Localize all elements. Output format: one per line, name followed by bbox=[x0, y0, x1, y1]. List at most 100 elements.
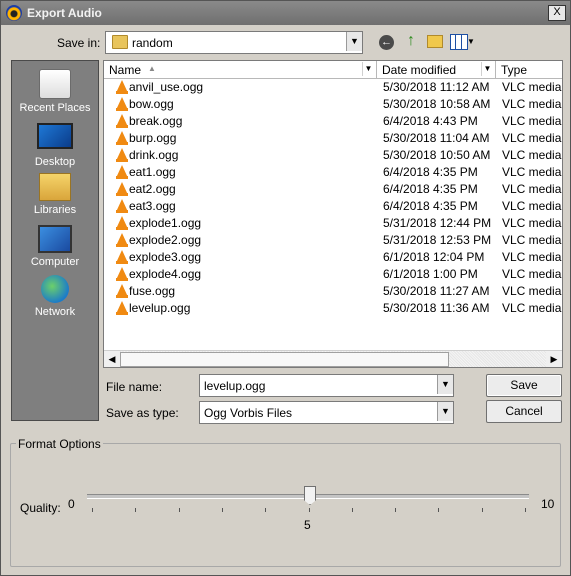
save-in-label: Save in: bbox=[57, 36, 101, 50]
vlc-file-icon bbox=[116, 250, 128, 264]
file-name: anvil_use.ogg bbox=[129, 80, 204, 94]
scroll-right-icon[interactable]: ▶ bbox=[546, 351, 562, 367]
vlc-file-icon bbox=[116, 97, 128, 111]
file-row[interactable]: explode4.ogg 6/1/2018 1:00 PM VLC media fi… bbox=[104, 265, 562, 282]
file-name: fuse.ogg bbox=[129, 284, 176, 298]
file-row[interactable]: explode1.ogg 5/31/2018 12:44 PM VLC media … bbox=[104, 214, 562, 231]
file-name: explode1.ogg bbox=[129, 216, 202, 230]
file-row[interactable]: eat1.ogg 6/4/2018 4:35 PM VLC media file bbox=[104, 163, 562, 180]
horizontal-scrollbar[interactable]: ◀ ▶ bbox=[104, 350, 562, 367]
view-menu-icon[interactable] bbox=[450, 34, 468, 50]
save-as-type-label: Save as type: bbox=[106, 406, 179, 420]
quality-min-label: 0 bbox=[68, 497, 75, 511]
file-type: VLC media file bbox=[502, 80, 562, 94]
file-list[interactable]: Name ▲ ▼ Date modified ▼ Type anvil_use.… bbox=[103, 60, 563, 368]
back-arrow-icon[interactable]: ← bbox=[379, 35, 394, 50]
up-folder-icon[interactable]: ↑ bbox=[403, 32, 419, 50]
slider-tick bbox=[222, 508, 223, 512]
place-label: Desktop bbox=[34, 156, 76, 168]
scroll-left-icon[interactable]: ◀ bbox=[104, 351, 120, 367]
file-type: VLC media file bbox=[502, 301, 562, 315]
file-type: VLC media file bbox=[502, 97, 562, 111]
file-date: 6/1/2018 1:00 PM bbox=[383, 267, 478, 281]
file-row[interactable]: explode2.ogg 5/31/2018 12:53 PM VLC media … bbox=[104, 231, 562, 248]
place-label: Recent Places bbox=[19, 102, 91, 114]
vlc-file-icon bbox=[116, 114, 128, 128]
sort-ascending-icon: ▲ bbox=[148, 64, 156, 73]
file-type: VLC media file bbox=[502, 267, 562, 281]
vlc-file-icon bbox=[116, 80, 128, 94]
vlc-file-icon bbox=[116, 267, 128, 281]
export-audio-dialog: Export Audio X Save in: random ▼ ← ↑ ▼ R… bbox=[0, 0, 571, 576]
file-row[interactable]: break.ogg 6/4/2018 4:43 PM VLC media file bbox=[104, 112, 562, 129]
title-bar: Export Audio X bbox=[1, 1, 570, 25]
vlc-file-icon bbox=[116, 182, 128, 196]
file-row[interactable]: anvil_use.ogg 5/30/2018 11:12 AM VLC media… bbox=[104, 78, 562, 95]
chevron-down-icon[interactable]: ▼ bbox=[437, 402, 453, 421]
column-header-name[interactable]: Name ▲ ▼ bbox=[104, 61, 377, 79]
cancel-button[interactable]: Cancel bbox=[486, 400, 562, 423]
new-folder-icon[interactable] bbox=[427, 35, 443, 48]
place-label: Network bbox=[34, 306, 76, 318]
column-name-label: Name bbox=[109, 63, 142, 77]
column-type-label: Type bbox=[501, 63, 528, 77]
slider-tick bbox=[309, 508, 310, 512]
file-date: 5/31/2018 12:53 PM bbox=[383, 233, 492, 247]
file-type: VLC media file bbox=[502, 114, 562, 128]
vlc-file-icon bbox=[116, 131, 128, 145]
quality-label: Quality: bbox=[20, 501, 61, 515]
file-type: VLC media file bbox=[502, 131, 562, 145]
file-date: 5/30/2018 11:36 AM bbox=[383, 301, 490, 315]
file-type: VLC media file bbox=[502, 182, 562, 196]
save-in-dropdown[interactable]: random ▼ bbox=[105, 31, 363, 54]
place-recent-places[interactable]: Recent Places bbox=[12, 69, 98, 114]
file-type: VLC media file bbox=[502, 284, 562, 298]
file-row[interactable]: fuse.ogg 5/30/2018 11:27 AM VLC media file bbox=[104, 282, 562, 299]
view-menu-chevron-icon[interactable]: ▼ bbox=[467, 37, 475, 46]
place-desktop[interactable]: Desktop bbox=[12, 123, 98, 168]
file-row[interactable]: levelup.ogg 5/30/2018 11:36 AM VLC media f… bbox=[104, 299, 562, 316]
save-as-type-value: Ogg Vorbis Files bbox=[204, 406, 293, 420]
chevron-down-icon[interactable]: ▼ bbox=[362, 62, 374, 76]
vlc-file-icon bbox=[116, 284, 128, 298]
close-button[interactable]: X bbox=[548, 5, 566, 21]
vlc-file-icon bbox=[116, 148, 128, 162]
file-date: 5/31/2018 12:44 PM bbox=[383, 216, 492, 230]
file-name-value: levelup.ogg bbox=[204, 379, 266, 393]
chevron-down-icon[interactable]: ▼ bbox=[481, 62, 493, 76]
file-row[interactable]: drink.ogg 5/30/2018 10:50 AM VLC media fil… bbox=[104, 146, 562, 163]
save-as-type-dropdown[interactable]: Ogg Vorbis Files ▼ bbox=[199, 401, 454, 424]
file-row[interactable]: bow.ogg 5/30/2018 10:58 AM VLC media file bbox=[104, 95, 562, 112]
vlc-file-icon bbox=[116, 165, 128, 179]
file-row[interactable]: explode3.ogg 6/1/2018 12:04 PM VLC media f… bbox=[104, 248, 562, 265]
slider-tick bbox=[525, 508, 526, 512]
network-icon bbox=[41, 275, 69, 303]
places-bar: Recent Places Desktop Libraries Computer… bbox=[11, 60, 99, 421]
file-type: VLC media file bbox=[502, 148, 562, 162]
scrollbar-thumb[interactable] bbox=[120, 352, 449, 367]
save-button[interactable]: Save bbox=[486, 374, 562, 397]
place-label: Libraries bbox=[33, 204, 77, 216]
format-options-group bbox=[10, 443, 561, 567]
quality-value: 5 bbox=[304, 518, 311, 532]
file-name: eat3.ogg bbox=[129, 199, 176, 213]
column-header-date[interactable]: Date modified ▼ bbox=[377, 61, 496, 79]
file-name-field[interactable]: levelup.ogg ▼ bbox=[199, 374, 454, 397]
place-libraries[interactable]: Libraries bbox=[12, 173, 98, 216]
file-date: 5/30/2018 11:27 AM bbox=[383, 284, 490, 298]
recent-places-icon bbox=[39, 69, 71, 99]
slider-tick bbox=[352, 508, 353, 512]
desktop-icon bbox=[37, 123, 73, 149]
chevron-down-icon[interactable]: ▼ bbox=[437, 375, 453, 394]
slider-tick bbox=[179, 508, 180, 512]
file-row[interactable]: burp.ogg 5/30/2018 11:04 AM VLC media file bbox=[104, 129, 562, 146]
place-network[interactable]: Network bbox=[12, 275, 98, 318]
file-row[interactable]: eat2.ogg 6/4/2018 4:35 PM VLC media file bbox=[104, 180, 562, 197]
chevron-down-icon[interactable]: ▼ bbox=[346, 32, 362, 51]
file-name: levelup.ogg bbox=[129, 301, 191, 315]
column-header-type[interactable]: Type bbox=[496, 61, 562, 79]
file-name: bow.ogg bbox=[129, 97, 174, 111]
place-computer[interactable]: Computer bbox=[12, 225, 98, 268]
file-row[interactable]: eat3.ogg 6/4/2018 4:35 PM VLC media file bbox=[104, 197, 562, 214]
file-name: explode2.ogg bbox=[129, 233, 202, 247]
